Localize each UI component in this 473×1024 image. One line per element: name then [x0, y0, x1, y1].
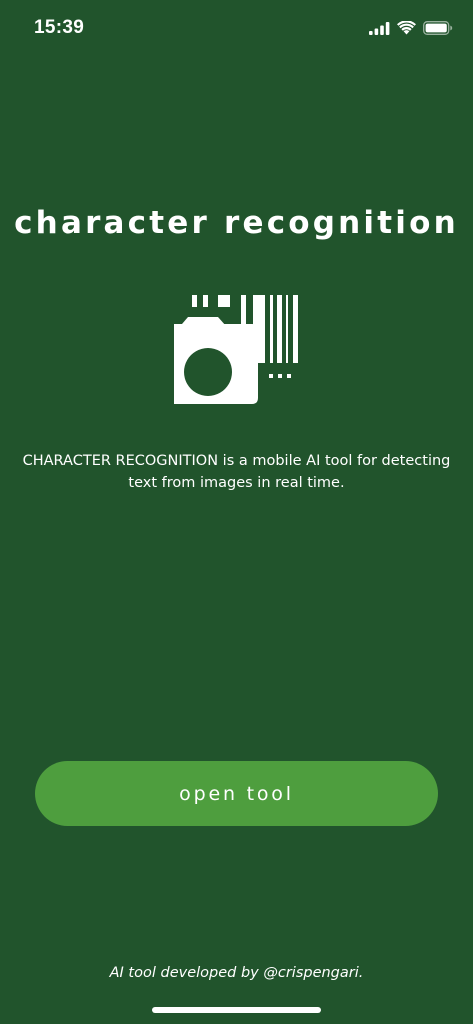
wifi-icon [397, 20, 416, 39]
status-time: 15:39 [34, 17, 85, 38]
cellular-signal-icon [369, 20, 390, 39]
footer-credit: AI tool developed by @crispengari. [109, 965, 364, 981]
status-icons [369, 20, 453, 39]
camera-barcode-icon [168, 290, 304, 410]
status-bar: 15:39 [0, 0, 473, 56]
description-text: CHARACTER RECOGNITION is a mobile AI too… [22, 453, 451, 491]
battery-icon [423, 20, 453, 39]
page-title: character recognition [14, 205, 459, 241]
home-indicator[interactable] [152, 1007, 321, 1013]
open-tool-button[interactable]: open tool [35, 761, 438, 826]
